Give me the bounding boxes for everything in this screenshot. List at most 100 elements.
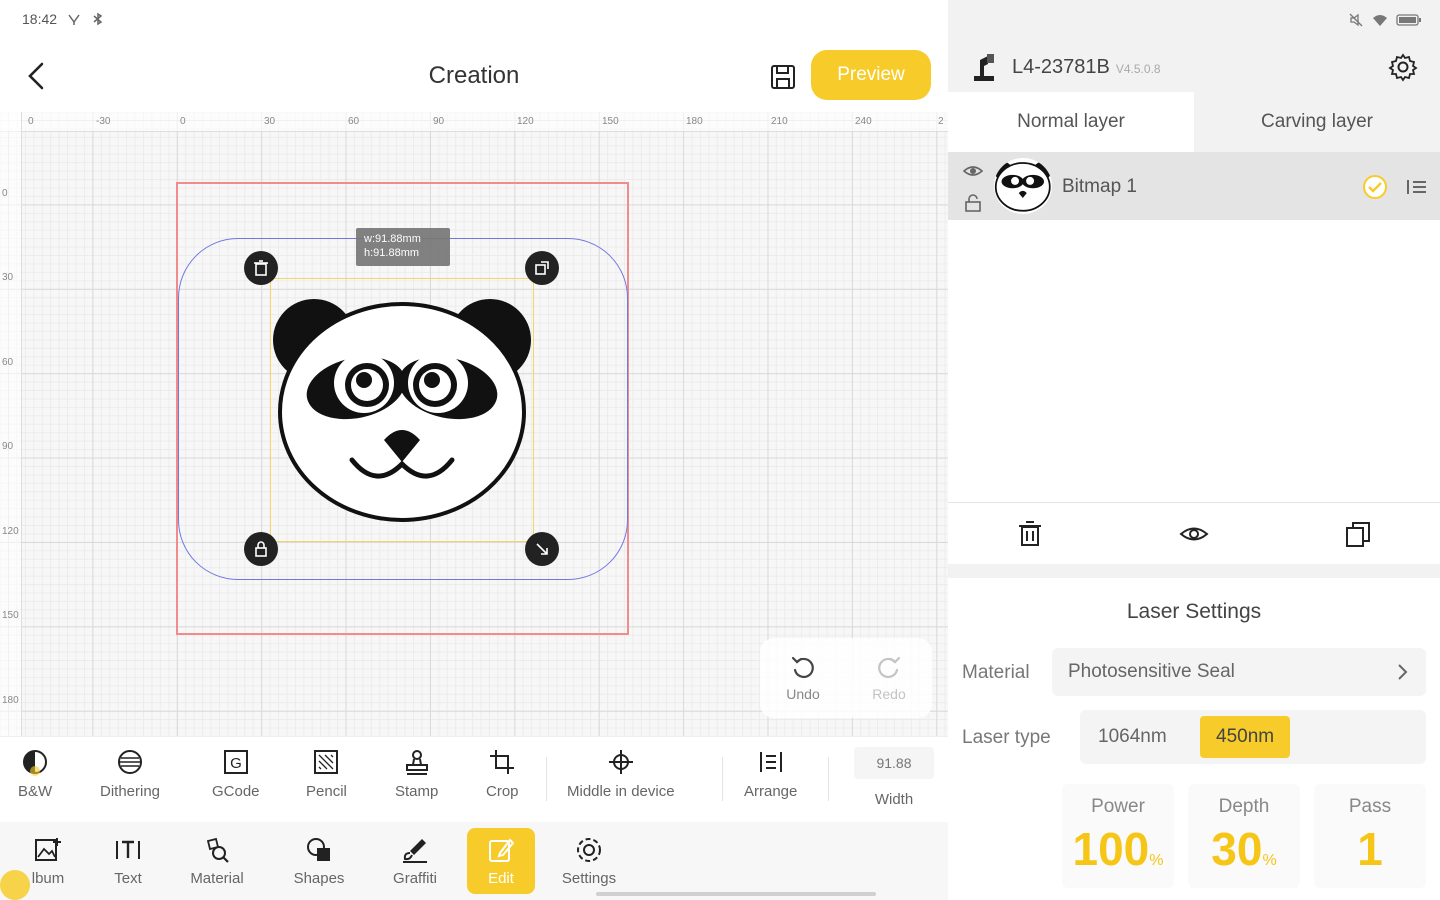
unlock-icon[interactable]: [962, 192, 984, 214]
power-setting[interactable]: Power 100%: [1062, 784, 1174, 888]
device-settings-button[interactable]: [1388, 52, 1418, 82]
tool-bw[interactable]: B&W: [18, 747, 52, 800]
tool-pencil[interactable]: Pencil: [306, 747, 347, 800]
ruler-tick: 90: [2, 441, 14, 452]
toolbar-scrollbar[interactable]: [596, 892, 876, 896]
layer-item[interactable]: Bitmap 1: [948, 152, 1440, 220]
duplicate-layer-button[interactable]: [1276, 503, 1440, 564]
editor-pane: 18:42 Creation Preview 0 -30 0 30 60 90 …: [0, 0, 948, 900]
ruler-tick: 0: [2, 188, 8, 199]
width-input[interactable]: 91.88: [854, 747, 934, 779]
panda-bitmap[interactable]: [272, 290, 534, 526]
power-number: 100: [1072, 823, 1150, 875]
eye-icon[interactable]: [962, 160, 984, 182]
shapes-icon: [307, 838, 330, 861]
delete-handle[interactable]: [244, 251, 278, 285]
tool-label: Pencil: [306, 783, 347, 800]
btool-label: Material: [190, 870, 244, 887]
tool-text[interactable]: Text: [94, 828, 162, 894]
back-button[interactable]: [20, 58, 52, 94]
pencil-sketch-icon: [314, 750, 339, 774]
redo-icon: [878, 656, 901, 679]
depth-value: 30%: [1211, 824, 1276, 886]
rotate-handle[interactable]: [525, 251, 559, 285]
panda-thumbnail-icon: [994, 161, 1052, 212]
pass-setting[interactable]: Pass 1: [1314, 784, 1426, 888]
tool-label: Crop: [486, 783, 519, 800]
btool-label: Edit: [488, 870, 514, 887]
tool-dithering[interactable]: Dithering: [100, 747, 160, 800]
text-icon: [116, 840, 140, 859]
tool-label: Dithering: [100, 783, 161, 800]
device-version: V4.5.0.8: [1115, 62, 1161, 76]
chevron-left-icon: [28, 62, 44, 90]
ruler-top: 0 -30 0 30 60 90 120 150 180 210 240 2: [0, 112, 948, 132]
depth-number: 30: [1211, 823, 1263, 875]
toolbar-divider: [828, 757, 829, 801]
lock-handle[interactable]: [244, 532, 278, 566]
ruler-tick: 150: [602, 116, 619, 127]
tool-edit[interactable]: Edit: [467, 828, 535, 894]
material-select[interactable]: Photosensitive Seal: [1052, 648, 1426, 696]
ruler-tick: 180: [2, 695, 19, 706]
tool-crop[interactable]: Crop: [486, 747, 519, 800]
laser-type-label: Laser type: [962, 727, 1051, 748]
tab-normal-layer[interactable]: Normal layer: [948, 92, 1194, 152]
laser-type-1064[interactable]: 1064nm: [1082, 716, 1183, 758]
svg-text:G: G: [230, 755, 242, 772]
save-button[interactable]: [766, 60, 800, 94]
app-root: 18:42 Creation Preview 0 -30 0 30 60 90 …: [0, 0, 1440, 900]
design-canvas[interactable]: 0 -30 0 30 60 90 120 150 180 210 240 2 0…: [0, 112, 948, 736]
device-bar: L4-23781B V4.5.0.8: [948, 44, 1440, 92]
tool-arrange[interactable]: Arrange: [744, 747, 797, 800]
depth-setting[interactable]: Depth 30%: [1188, 784, 1300, 888]
floating-assist-dot[interactable]: [0, 870, 30, 900]
eye-icon: [1179, 527, 1209, 540]
ruler-tick: 240: [855, 116, 872, 127]
btool-label: Text: [114, 870, 142, 887]
tool-middle-in-device[interactable]: Middle in device: [567, 747, 675, 800]
btool-label: lbum: [31, 870, 65, 887]
history-controls: Undo Redo: [760, 638, 932, 718]
tool-stamp[interactable]: Stamp: [395, 747, 438, 800]
btool-label: Settings: [561, 870, 617, 887]
check-circle-icon[interactable]: [1362, 174, 1388, 200]
copy-icon: [1346, 521, 1370, 547]
material-icon: [206, 837, 229, 863]
tool-material[interactable]: Material: [183, 828, 251, 894]
drag-handle-icon[interactable]: [1404, 174, 1430, 200]
layer-thumbnail: [994, 158, 1052, 214]
status-bar: 18:42: [22, 11, 105, 27]
toggle-visibility-button[interactable]: [1112, 503, 1276, 564]
tool-shapes[interactable]: Shapes: [285, 828, 353, 894]
trash-icon: [1019, 520, 1041, 546]
resize-handle[interactable]: [525, 532, 559, 566]
tab-carving-layer[interactable]: Carving layer: [1194, 92, 1440, 152]
delete-layer-button[interactable]: [948, 503, 1112, 564]
dithering-icon: [118, 750, 143, 774]
preview-button[interactable]: Preview: [811, 50, 931, 100]
width-label: Width: [874, 791, 914, 808]
ruler-tick: 60: [348, 116, 360, 127]
crop-icon: [490, 750, 515, 774]
tool-graffiti[interactable]: Graffiti: [381, 828, 449, 894]
ruler-tick: 30: [2, 272, 14, 283]
rotate-icon: [535, 261, 549, 275]
power-label: Power: [1091, 796, 1145, 817]
laser-type-450[interactable]: 450nm: [1200, 716, 1291, 758]
ruler-tick: 2: [938, 116, 944, 127]
layer-name: Bitmap 1: [1062, 176, 1137, 197]
ruler-tick: 120: [517, 116, 534, 127]
gear-icon: [1388, 53, 1418, 82]
laser-device-icon: [974, 54, 994, 81]
ruler-tick: 180: [686, 116, 703, 127]
redo-button[interactable]: Redo: [846, 638, 932, 718]
save-icon: [771, 65, 795, 89]
toolbar-divider: [722, 757, 723, 801]
undo-button[interactable]: Undo: [760, 638, 846, 718]
crosshair-icon: [608, 750, 633, 774]
tool-label: Middle in device: [567, 783, 675, 800]
tool-gcode[interactable]: G GCode: [212, 747, 260, 800]
tool-settings[interactable]: Settings: [555, 828, 623, 894]
ruler-tick: 120: [2, 526, 19, 537]
